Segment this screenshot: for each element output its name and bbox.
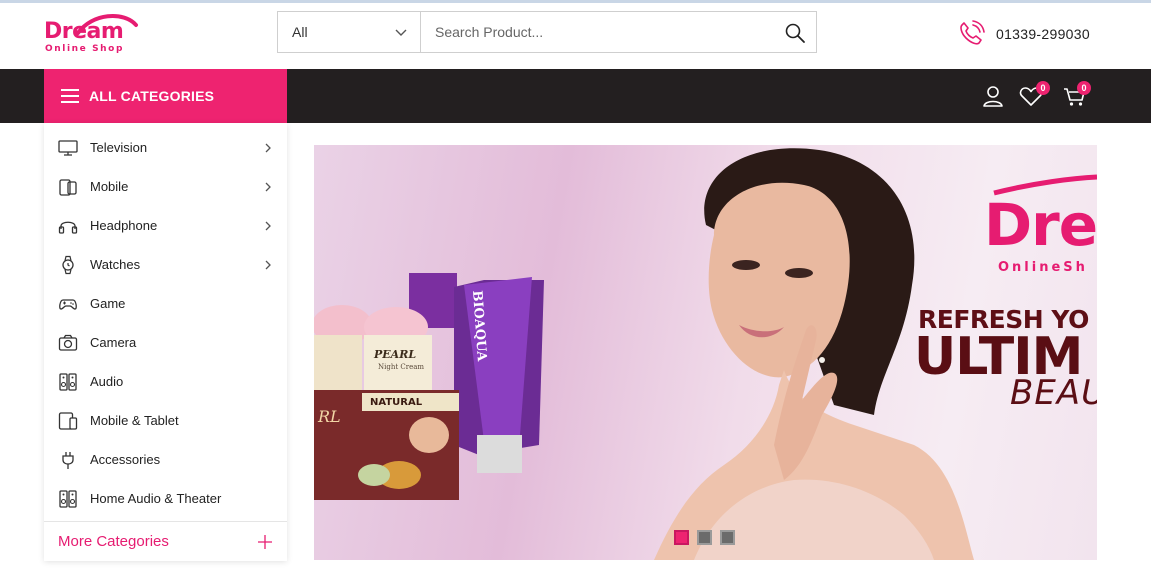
category-label: Game: [90, 296, 126, 311]
chevron-right-icon: [265, 143, 271, 153]
phone-contact[interactable]: 01339-299030: [956, 19, 1090, 49]
category-menu: Television Mobile Headphone Watches Game…: [44, 123, 287, 561]
television-icon: [58, 139, 78, 156]
search-icon[interactable]: [784, 22, 806, 44]
product-box-brand: RL: [318, 407, 341, 426]
category-label: Mobile: [90, 179, 129, 194]
cart-count-badge: 0: [1077, 81, 1091, 95]
category-item-mobile[interactable]: Mobile: [44, 167, 287, 206]
category-label: Audio: [90, 374, 124, 389]
camera-icon: [58, 334, 78, 351]
product-jar-label: PEARL: [374, 348, 417, 361]
hero-banner[interactable]: BIOAQUA PEARL Night Cream NATURAL RL Dre…: [314, 145, 1097, 560]
category-label: Watches: [90, 257, 141, 272]
plug-icon: [62, 451, 74, 469]
site-logo[interactable]: Dream Online Shop: [44, 13, 144, 57]
category-label: Mobile & Tablet: [90, 413, 179, 428]
tablet-icon: [58, 411, 78, 430]
phone-number: 01339-299030: [996, 26, 1090, 42]
category-item-home-audio-theater[interactable]: Home Audio & Theater: [44, 479, 287, 518]
more-categories-button[interactable]: More Categories: [44, 521, 287, 561]
product-jar-sub: Night Cream: [378, 363, 425, 371]
plus-icon: [258, 535, 272, 549]
category-label: Camera: [90, 335, 137, 350]
model-eye-right: [785, 268, 813, 278]
category-label: Television: [90, 140, 148, 155]
phone-icon: [960, 20, 985, 45]
category-item-game[interactable]: Game: [44, 284, 287, 323]
category-select-value: All: [292, 24, 308, 40]
product-box-face: [409, 417, 449, 453]
category-item-camera[interactable]: Camera: [44, 323, 287, 362]
product-jar-left: [314, 335, 362, 395]
model-eye-left: [732, 260, 760, 270]
category-item-accessories[interactable]: Accessories: [44, 440, 287, 479]
speaker-icon: [59, 372, 77, 391]
hamburger-icon: [61, 89, 79, 103]
banner-headline-line-3: BEAU: [1010, 373, 1097, 413]
chevron-right-icon: [265, 260, 271, 270]
wishlist-button[interactable]: 0: [1018, 81, 1050, 109]
category-select[interactable]: All: [278, 12, 421, 52]
slider-dot-3[interactable]: [720, 530, 735, 545]
watch-icon: [62, 255, 74, 274]
headphone-icon: [58, 221, 78, 234]
slider-pagination: [674, 530, 735, 545]
search-bar: All: [277, 11, 817, 53]
model-earring: [819, 357, 825, 363]
chevron-right-icon: [265, 182, 271, 192]
logo-tagline: Online Shop: [45, 44, 124, 54]
product-box-label: NATURAL: [370, 397, 423, 408]
search-input[interactable]: [422, 12, 772, 52]
all-categories-button[interactable]: ALL CATEGORIES: [44, 69, 287, 123]
category-item-audio[interactable]: Audio: [44, 362, 287, 401]
site-header: Dream Online Shop All 01339-299030: [0, 3, 1151, 69]
wishlist-count-badge: 0: [1036, 81, 1050, 95]
more-categories-label: More Categories: [58, 533, 169, 550]
mobile-icon: [59, 178, 77, 196]
product-tube-cap: [477, 435, 522, 473]
banner-brand-logo: Dre: [984, 191, 1097, 259]
logo-wordmark: Dream: [44, 19, 124, 44]
slider-dot-1[interactable]: [674, 530, 689, 545]
chevron-right-icon: [265, 221, 271, 231]
category-label: Accessories: [90, 452, 161, 467]
category-label: Headphone: [90, 218, 158, 233]
chevron-down-icon: [395, 29, 407, 36]
product-pearls: [358, 464, 390, 486]
category-label: Home Audio & Theater: [90, 491, 222, 506]
slider-dot-2[interactable]: [697, 530, 712, 545]
all-categories-label: ALL CATEGORIES: [89, 88, 215, 104]
user-icon[interactable]: [980, 83, 1006, 109]
category-item-mobile-tablet[interactable]: Mobile & Tablet: [44, 401, 287, 440]
category-item-watches[interactable]: Watches: [44, 245, 287, 284]
cart-button[interactable]: 0: [1062, 81, 1091, 109]
banner-brand-tagline: OnlineSh: [998, 260, 1088, 275]
gamepad-icon: [59, 298, 77, 310]
main-navbar: ALL CATEGORIES 0 0: [0, 69, 1151, 123]
category-item-headphone[interactable]: Headphone: [44, 206, 287, 245]
category-item-television[interactable]: Television: [44, 128, 287, 167]
speaker-icon: [59, 489, 77, 508]
